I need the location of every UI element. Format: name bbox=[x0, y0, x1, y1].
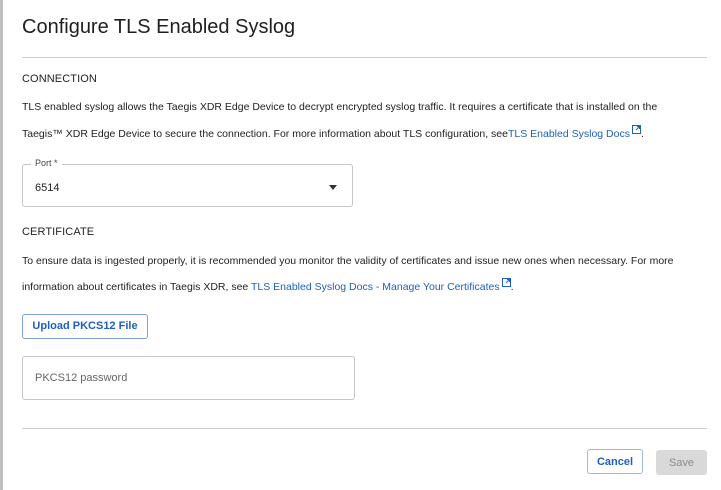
footer-divider bbox=[22, 428, 707, 429]
port-label: Port * bbox=[31, 158, 62, 168]
connection-heading: CONNECTION bbox=[22, 73, 97, 85]
connection-description-line1: TLS enabled syslog allows the Taegis XDR… bbox=[22, 101, 658, 113]
upload-pkcs12-button[interactable]: Upload PKCS12 File bbox=[22, 314, 148, 339]
tls-syslog-docs-link-label: TLS Enabled Syslog Docs bbox=[507, 128, 630, 140]
chevron-down-icon[interactable] bbox=[329, 185, 337, 190]
cancel-button[interactable]: Cancel bbox=[587, 449, 643, 474]
pkcs12-password-input[interactable] bbox=[22, 356, 355, 400]
connection-description-end: . bbox=[640, 128, 644, 140]
connection-description-text: Taegis™ XDR Edge Device to secure the co… bbox=[22, 128, 508, 140]
tls-syslog-docs-link[interactable]: TLS Enabled Syslog Docs bbox=[507, 125, 641, 140]
configure-tls-dialog: Configure TLS Enabled Syslog CONNECTION … bbox=[3, 0, 721, 490]
dialog-title: Configure TLS Enabled Syslog bbox=[22, 16, 296, 38]
external-link-icon bbox=[631, 125, 641, 134]
certificate-description-text: information about certificates in Taegis… bbox=[22, 281, 251, 293]
connection-description-line2: Taegis™ XDR Edge Device to secure the co… bbox=[22, 125, 707, 140]
title-divider bbox=[22, 57, 707, 58]
external-link-icon bbox=[501, 278, 511, 287]
certificate-heading: CERTIFICATE bbox=[22, 226, 95, 238]
save-button[interactable]: Save bbox=[656, 450, 707, 475]
port-select[interactable]: Port * 6514 bbox=[22, 158, 353, 207]
certificate-description-line2: information about certificates in Taegis… bbox=[22, 278, 707, 293]
port-value: 6514 bbox=[35, 182, 60, 194]
manage-certificates-docs-link-label: TLS Enabled Syslog Docs - Manage Your Ce… bbox=[250, 281, 500, 293]
certificate-description-end: . bbox=[510, 281, 514, 293]
certificate-description-line1: To ensure data is ingested properly, it … bbox=[22, 255, 674, 267]
manage-certificates-docs-link[interactable]: TLS Enabled Syslog Docs - Manage Your Ce… bbox=[250, 278, 511, 293]
